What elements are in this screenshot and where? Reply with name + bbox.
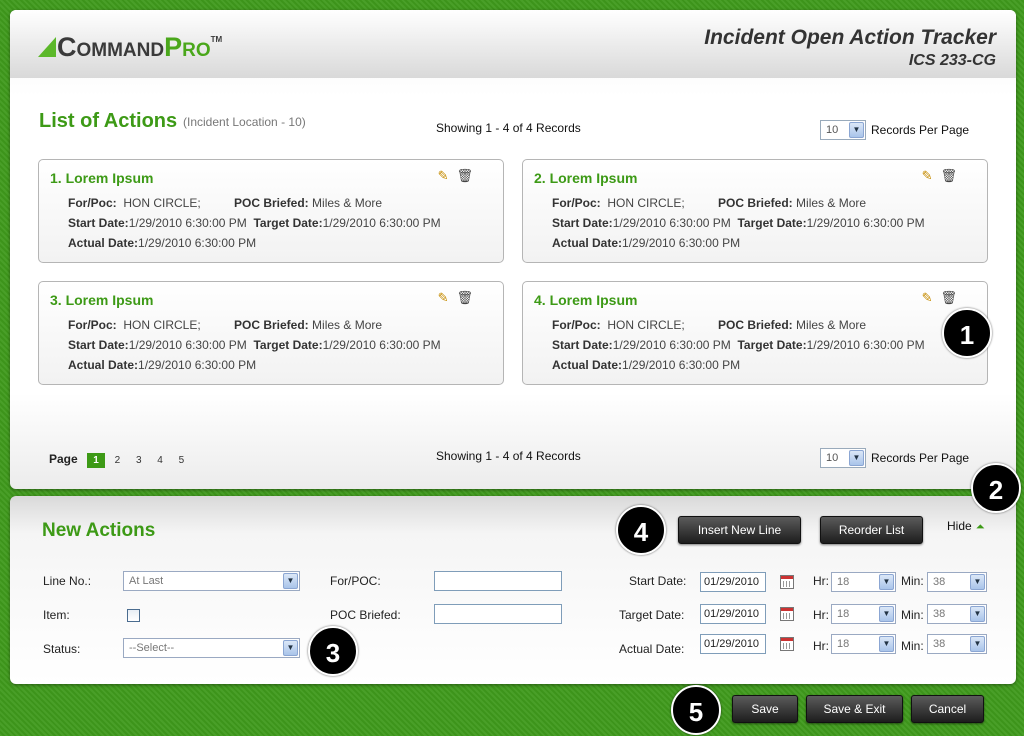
callout-3: 3	[308, 626, 358, 676]
app-title-block: Incident Open Action Tracker ICS 233-CG	[704, 26, 996, 70]
start-date-label: Start Date:	[629, 574, 687, 588]
status-label: Status:	[43, 642, 81, 656]
logo-triangle-icon	[38, 37, 56, 57]
poc-briefed-input[interactable]	[434, 604, 562, 624]
page-link-1[interactable]: 1	[87, 453, 106, 468]
callout-1: 1	[942, 308, 992, 358]
action-card-title: 2. Lorem Ipsum	[534, 170, 638, 186]
target-min-label: Min:	[901, 608, 924, 622]
chevron-down-icon: ▼	[970, 574, 985, 590]
page-link-4[interactable]: 4	[151, 455, 169, 466]
chevron-down-icon: ▼	[970, 606, 985, 622]
start-minute-select[interactable]: 38 ▼	[927, 572, 987, 592]
start-hr-label: Hr:	[813, 574, 829, 588]
target-date-input[interactable]: 01/29/2010	[700, 604, 766, 624]
target-hr-label: Hr:	[813, 608, 829, 622]
app-title: Incident Open Action Tracker	[704, 26, 996, 49]
list-subheading: (Incident Location - 10)	[183, 115, 306, 129]
actions-list-panel: CommandProTM Incident Open Action Tracke…	[10, 10, 1016, 489]
action-card-3: 3. Lorem Ipsum ✎ 🗑 For/Poc: HON CIRCLE; P…	[38, 281, 504, 385]
calendar-icon[interactable]	[780, 575, 794, 589]
calendar-icon[interactable]	[780, 607, 794, 621]
action-card-2: 2. Lorem Ipsum ✎ 🗑 For/Poc: HON CIRCLE; P…	[522, 159, 988, 263]
new-actions-heading: New Actions	[42, 520, 156, 541]
actual-min-label: Min:	[901, 639, 924, 653]
start-date-input[interactable]: 01/29/2010	[700, 572, 766, 592]
calendar-icon[interactable]	[780, 637, 794, 651]
hide-toggle[interactable]: Hide ⏶	[947, 519, 985, 534]
new-actions-panel: New Actions Insert New Line Reorder List…	[10, 496, 1016, 684]
cancel-button[interactable]: Cancel	[911, 695, 984, 723]
item-label: Item:	[43, 608, 70, 622]
page-link-2[interactable]: 2	[108, 455, 126, 466]
records-per-page-select-top[interactable]: 10 ▼	[820, 120, 866, 140]
chevron-down-icon: ▼	[849, 450, 864, 466]
records-per-page-label-bottom: Records Per Page	[871, 451, 970, 465]
target-hour-select[interactable]: 18 ▼	[831, 604, 896, 624]
commandpro-logo: CommandProTM	[38, 32, 222, 63]
records-showing-top: Showing 1 - 4 of 4 Records	[436, 121, 581, 135]
actual-minute-select[interactable]: 38 ▼	[927, 634, 987, 654]
for-poc-label: For/POC:	[330, 574, 381, 588]
status-select[interactable]: --Select-- ▼	[123, 638, 300, 658]
chevron-down-icon: ▼	[879, 636, 894, 652]
actual-date-input[interactable]: 01/29/2010	[700, 634, 766, 654]
trash-icon[interactable]: 🗑	[456, 168, 473, 183]
pagination: Page 1 2 3 4 5	[49, 452, 190, 468]
trash-icon[interactable]: 🗑	[940, 290, 957, 305]
actual-date-label: Actual Date:	[619, 642, 685, 656]
list-heading: List of Actions	[39, 110, 178, 132]
reorder-list-button[interactable]: Reorder List	[820, 516, 923, 544]
app-header: CommandProTM Incident Open Action Tracke…	[10, 10, 1016, 78]
actual-hour-select[interactable]: 18 ▼	[831, 634, 896, 654]
target-minute-select[interactable]: 38 ▼	[927, 604, 987, 624]
line-no-label: Line No.:	[43, 574, 92, 588]
page-link-5[interactable]: 5	[172, 455, 190, 466]
save-and-exit-button[interactable]: Save & Exit	[806, 695, 903, 723]
action-card-title: 4. Lorem Ipsum	[534, 292, 638, 308]
action-card-title: 3. Lorem Ipsum	[50, 292, 154, 308]
chevron-down-icon: ▼	[970, 636, 985, 652]
action-card-4: 4. Lorem Ipsum ✎ 🗑 For/Poc: HON CIRCLE; P…	[522, 281, 988, 385]
chevron-down-icon: ▼	[879, 606, 894, 622]
start-min-label: Min:	[901, 574, 924, 588]
actual-hr-label: Hr:	[813, 639, 829, 653]
line-no-select[interactable]: At Last ▼	[123, 571, 300, 591]
chevron-down-icon: ▼	[283, 573, 298, 589]
for-poc-input[interactable]	[434, 571, 562, 591]
callout-4: 4	[616, 505, 666, 555]
action-card-title: 1. Lorem Ipsum	[50, 170, 154, 186]
page-link-3[interactable]: 3	[130, 455, 148, 466]
start-hour-select[interactable]: 18 ▼	[831, 572, 896, 592]
form-code: ICS 233-CG	[908, 52, 996, 69]
save-button[interactable]: Save	[732, 695, 798, 723]
edit-pencil-icon[interactable]: ✎	[438, 168, 449, 183]
edit-pencil-icon[interactable]: ✎	[438, 290, 449, 305]
edit-pencil-icon[interactable]: ✎	[922, 168, 933, 183]
page-label: Page	[49, 452, 78, 466]
records-per-page-label-top: Records Per Page	[871, 123, 970, 137]
chevron-down-icon: ▼	[283, 640, 298, 656]
chevron-down-icon: ▼	[879, 574, 894, 590]
poc-briefed-label: POC Briefed:	[330, 608, 401, 622]
callout-2: 2	[971, 463, 1021, 513]
insert-new-line-button[interactable]: Insert New Line	[678, 516, 801, 544]
records-per-page-select-bottom[interactable]: 10 ▼	[820, 448, 866, 468]
collapse-up-icon: ⏶	[975, 521, 985, 533]
edit-pencil-icon[interactable]: ✎	[922, 290, 933, 305]
records-showing-bottom: Showing 1 - 4 of 4 Records	[436, 449, 581, 463]
action-card-1: 1. Lorem Ipsum ✎ 🗑 For/Poc: HON CIRCLE; P…	[38, 159, 504, 263]
target-date-label: Target Date:	[619, 608, 685, 622]
trash-icon[interactable]: 🗑	[940, 168, 957, 183]
item-checkbox[interactable]	[127, 609, 140, 622]
trash-icon[interactable]: 🗑	[456, 290, 473, 305]
chevron-down-icon: ▼	[849, 122, 864, 138]
callout-5: 5	[671, 685, 721, 735]
